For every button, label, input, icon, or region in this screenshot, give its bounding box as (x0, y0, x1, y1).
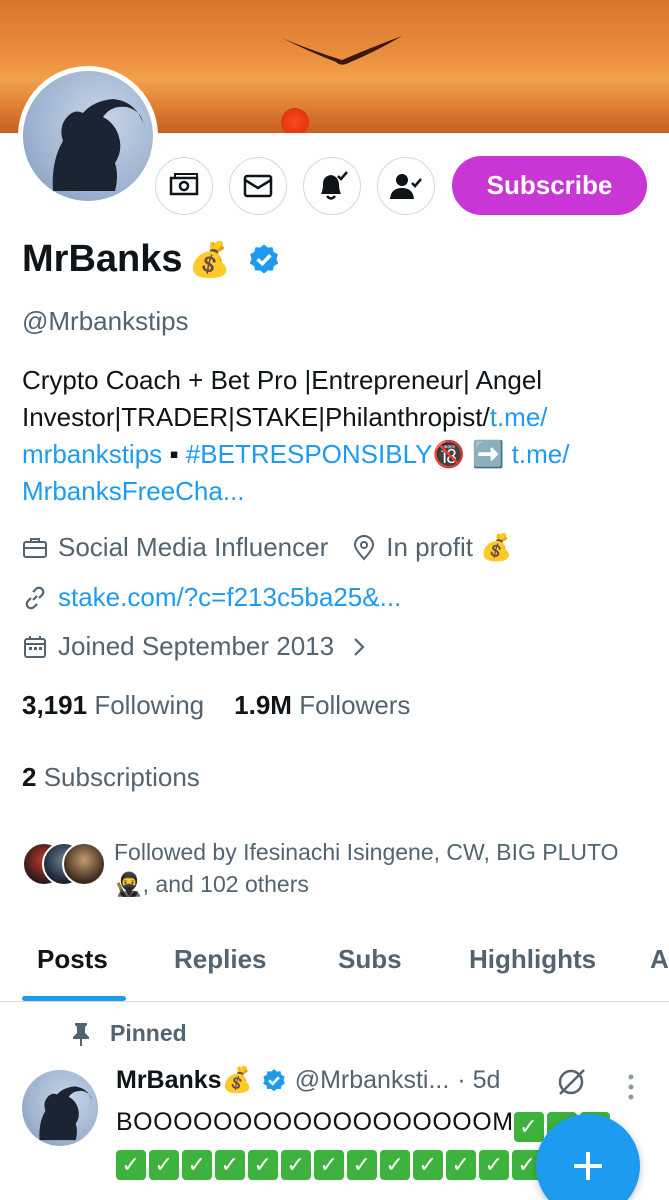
verified-icon (262, 1068, 285, 1091)
bio-separator: ▪ (162, 439, 186, 469)
profile-name-row: MrBanks 💰 (22, 238, 281, 281)
post-author-name[interactable]: MrBanks💰 (116, 1066, 253, 1095)
check-emoji: ✓ (149, 1150, 179, 1180)
tab-more-truncated[interactable]: A (650, 944, 669, 975)
pinned-label: Pinned (110, 1020, 187, 1046)
notifications-button[interactable] (303, 157, 361, 215)
plus-icon (574, 1152, 602, 1180)
bell-check-icon (321, 171, 348, 200)
followers-stat[interactable]: 1.9M Followers (234, 690, 410, 721)
post-time[interactable]: · 5d (457, 1066, 500, 1095)
profile-website[interactable]: stake.com/?c=f213c5ba25&... (58, 582, 401, 613)
money-icon (169, 173, 199, 196)
post-author-handle[interactable]: @Mrbanksti... (295, 1066, 450, 1095)
check-emoji: ✓ (314, 1150, 344, 1180)
check-emoji: ✓ (281, 1150, 311, 1180)
followed-by-avatars[interactable] (22, 842, 112, 888)
followers-label: Followers (299, 690, 411, 720)
check-emoji: ✓ (215, 1150, 245, 1180)
follower-avatar (62, 842, 106, 886)
subscriptions-count: 2 (22, 762, 37, 792)
pin-icon (73, 1022, 89, 1046)
following-label: Following (94, 690, 205, 720)
profile-location: In profit 💰 (386, 532, 513, 562)
profile-bio: Crypto Coach + Bet Pro |Entrepreneur| An… (22, 362, 652, 510)
bio-hashtag[interactable]: #BETRESPONSIBLY (186, 439, 433, 469)
following-button[interactable] (377, 157, 435, 215)
profile-avatar[interactable] (18, 66, 158, 206)
goat-silhouette (39, 1086, 93, 1141)
followers-count: 1.9M (234, 690, 292, 720)
message-button[interactable] (229, 157, 287, 215)
profile-stats: 3,191 Following 1.9M Followers (22, 690, 410, 721)
bio-badge: 🔞 (432, 439, 465, 469)
check-emoji: ✓ (513, 1112, 544, 1142)
briefcase-icon (23, 537, 47, 558)
check-emoji: ✓ (380, 1150, 410, 1180)
check-emoji: ✓ (347, 1150, 377, 1180)
pinned-indicator: Pinned (70, 1020, 187, 1047)
check-emoji: ✓ (248, 1150, 278, 1180)
post-author-avatar[interactable] (22, 1070, 98, 1146)
profile-name-emoji: 💰 (188, 240, 231, 279)
grok-icon[interactable] (556, 1066, 588, 1098)
mail-icon (243, 174, 273, 198)
post-header: MrBanks💰 @Mrbanksti... · 5d (116, 1066, 500, 1095)
profile-category: Social Media Influencer (58, 532, 329, 562)
banner-sun (281, 108, 309, 133)
profile-meta-row-1: Social Media Influencer In profit 💰 (22, 532, 513, 563)
check-emoji: ✓ (413, 1150, 443, 1180)
tab-subs[interactable]: Subs (338, 944, 402, 975)
active-tab-indicator (22, 996, 126, 1001)
subscribe-button[interactable]: Subscribe (452, 156, 647, 215)
follow-check-icon (390, 174, 422, 199)
location-icon (354, 534, 375, 560)
verified-icon[interactable] (247, 243, 281, 277)
chevron-right-icon (354, 637, 365, 656)
profile-meta-row-3[interactable]: Joined September 2013 (22, 631, 368, 662)
bio-text: Crypto Coach + Bet Pro |Entrepreneur| An… (22, 365, 543, 432)
profile-handle: @Mrbankstips (22, 306, 189, 336)
subscriptions-stat[interactable]: 2 Subscriptions (22, 762, 200, 793)
tab-replies[interactable]: Replies (174, 944, 267, 975)
profile-joined: Joined September 2013 (58, 631, 335, 661)
profile-name: MrBanks (22, 238, 183, 280)
link-icon (25, 586, 45, 609)
following-stat[interactable]: 3,191 Following (22, 690, 204, 721)
post-text-content: BOOOOOOOOOOOOOOOOOOM (116, 1108, 514, 1136)
check-emoji: ✓ (116, 1150, 146, 1180)
bio-arrow: ➡️ (464, 439, 512, 469)
tab-posts[interactable]: Posts (37, 944, 108, 975)
profile-tabs: Posts Replies Subs Highlights A (0, 920, 669, 1002)
subscriptions-label: Subscriptions (43, 762, 200, 792)
more-icon[interactable] (626, 1072, 636, 1102)
following-count: 3,191 (22, 690, 88, 720)
followed-by-text[interactable]: Followed by Ifesinachi Isingene, CW, BIG… (114, 836, 654, 900)
check-emoji: ✓ (446, 1150, 476, 1180)
profile-meta-row-2: stake.com/?c=f213c5ba25&... (22, 582, 401, 613)
goat-silhouette (52, 99, 143, 191)
tab-highlights[interactable]: Highlights (469, 944, 596, 975)
check-emoji: ✓ (182, 1150, 212, 1180)
calendar-icon (24, 635, 46, 658)
banner-bird (282, 36, 402, 65)
tip-money-button[interactable] (155, 157, 213, 215)
check-emoji: ✓ (479, 1150, 509, 1180)
